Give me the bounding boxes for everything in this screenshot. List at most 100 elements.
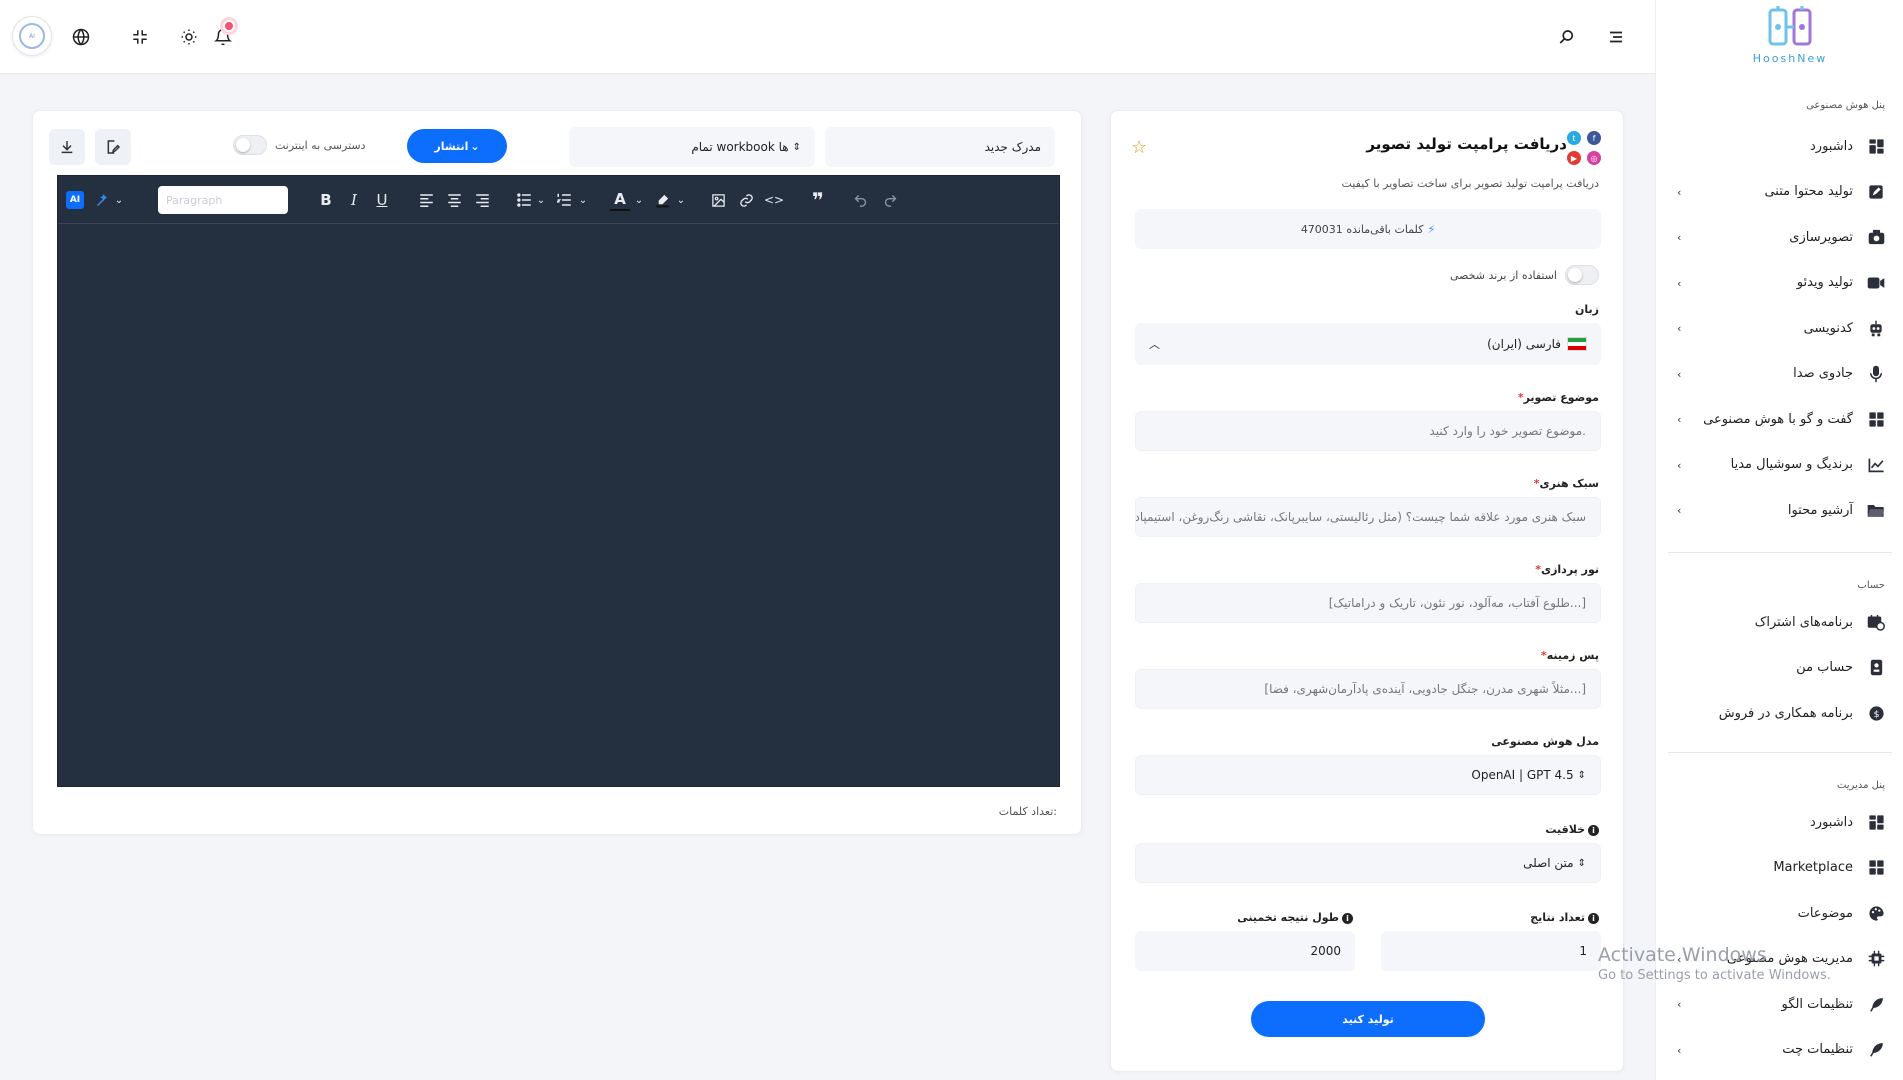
ai-model-select[interactable]: OpenAI | GPT 4.5 ⇕ <box>1135 755 1601 795</box>
magic-wand-icon[interactable] <box>92 189 112 211</box>
paragraph-format-select[interactable]: Paragraph <box>158 186 288 214</box>
sidebar-item-label: آرشیو محتوا <box>1787 502 1853 518</box>
sidebar-item-admin-0[interactable]: داشبورد <box>1655 802 1903 842</box>
art-style-input[interactable]: سبک هنری مورد علاقه شما چیست؟ (مثل رئالی… <box>1135 497 1601 537</box>
brand-logo[interactable]: HooshNew <box>1740 4 1840 72</box>
sidebar-item-ai-3[interactable]: ‹ تولید ویدئو <box>1655 263 1903 303</box>
sidebar-item-ai-6[interactable]: ‹ گفت و گو با هوش مصنوعی <box>1655 399 1903 439</box>
sidebar-item-label: برنامه‌های اشتراک <box>1754 614 1853 630</box>
chevron-left-icon[interactable]: ‹ <box>1677 998 1681 1011</box>
section-title-account: حساب <box>1857 580 1885 591</box>
chevron-down-icon[interactable]: ⌄ <box>576 189 590 211</box>
sidebar-item-ai-4[interactable]: ‹ کدنویسی <box>1655 308 1903 348</box>
chevron-down-icon[interactable]: ⌄ <box>112 189 126 211</box>
search-icon[interactable] <box>1552 22 1582 52</box>
ai-badge[interactable]: AI <box>66 191 84 209</box>
sidebar-item-ai-5[interactable]: ‹ جادوی صدا <box>1655 354 1903 394</box>
info-icon[interactable]: i <box>1588 825 1599 836</box>
sidebar-item-ai-0[interactable]: داشبورد <box>1655 126 1903 166</box>
image-icon[interactable] <box>708 189 728 211</box>
chevron-left-icon[interactable]: ‹ <box>1677 186 1681 199</box>
chevron-down-icon[interactable]: ⌄ <box>674 189 688 211</box>
facebook-icon: f <box>1587 131 1601 145</box>
link-icon[interactable] <box>736 189 756 211</box>
chevron-left-icon[interactable]: ‹ <box>1677 459 1681 472</box>
chevron-left-icon[interactable]: ‹ <box>1677 368 1681 381</box>
code-icon[interactable]: <> <box>764 189 784 211</box>
blockquote-icon[interactable]: ❞ <box>808 188 828 212</box>
youtube-icon: ▶ <box>1567 151 1581 165</box>
sidebar-item-account-0[interactable]: برنامه‌های اشتراک <box>1655 602 1903 642</box>
bullet-list-icon[interactable] <box>514 189 534 211</box>
align-right-icon[interactable] <box>472 189 492 211</box>
numbered-list-icon[interactable] <box>554 189 574 211</box>
chevron-left-icon[interactable]: ‹ <box>1677 322 1681 335</box>
globe-icon[interactable] <box>66 22 96 52</box>
ai-model-value: OpenAI | GPT 4.5 <box>1471 768 1574 782</box>
video-icon <box>1867 274 1885 292</box>
avatar-logo-icon: AI <box>19 23 45 49</box>
info-icon[interactable]: i <box>1588 913 1599 924</box>
result-length-label: طول نتیجه تخمینی i <box>1237 911 1353 924</box>
sidebar-item-admin-1[interactable]: Marketplace <box>1655 848 1903 888</box>
web-access-toggle[interactable] <box>233 135 267 155</box>
document-title-input[interactable]: مدرک جدید <box>825 127 1055 167</box>
workbook-select[interactable]: تمام workbook ها ⇕ <box>569 127 815 167</box>
chevron-left-icon[interactable]: ‹ <box>1677 413 1681 426</box>
instagram-icon: ◎ <box>1587 151 1601 165</box>
chevron-left-icon[interactable]: ‹ <box>1677 1044 1681 1057</box>
underline-icon[interactable]: U <box>372 189 392 211</box>
sidebar-item-account-2[interactable]: برنامه همکاری در فروش $ <box>1655 693 1903 733</box>
watermark-subtitle: Go to Settings to activate Windows. <box>1598 968 1831 983</box>
chart-icon <box>1867 456 1885 474</box>
sidebar-item-ai-7[interactable]: ‹ برندیگ و سوشیال مدیا <box>1655 445 1903 485</box>
collapse-screen-icon[interactable] <box>125 22 155 52</box>
sidebar-item-ai-1[interactable]: ‹ تولید محتوا متنی <box>1655 172 1903 212</box>
save-document-button[interactable] <box>95 129 131 165</box>
generate-button[interactable]: تولید کنید <box>1251 1001 1485 1037</box>
subscription-icon <box>1867 613 1885 631</box>
download-button[interactable] <box>49 129 85 165</box>
sun-icon[interactable] <box>174 22 204 52</box>
sidebar-item-ai-2[interactable]: ‹ تصویرسازی <box>1655 217 1903 257</box>
chevron-left-icon[interactable]: ‹ <box>1677 504 1681 517</box>
sidebar-item-admin-4[interactable]: ‹ تنظیمات الگو <box>1655 984 1903 1024</box>
creativity-label: خلاقیت i <box>1545 823 1599 836</box>
undo-icon[interactable] <box>850 189 870 211</box>
background-input[interactable]: [مثلاً شهری مدرن، جنگل جادویی، آینده‌ی پ… <box>1135 669 1601 709</box>
folder-icon <box>1867 501 1885 519</box>
chevron-down-icon[interactable]: ⌄ <box>534 189 548 211</box>
info-icon[interactable]: i <box>1342 913 1353 924</box>
align-center-icon[interactable] <box>444 189 464 211</box>
sidebar-item-admin-5[interactable]: ‹ تنظیمات چت <box>1655 1030 1903 1070</box>
chevron-down-icon: ⌄ <box>470 139 480 153</box>
sidebar-item-admin-2[interactable]: موضوعات <box>1655 893 1903 933</box>
sidebar-item-account-1[interactable]: حساب من <box>1655 648 1903 688</box>
chevron-left-icon[interactable]: ‹ <box>1677 231 1681 244</box>
rich-text-editor[interactable]: AI ⌄ Paragraph B I U ⌄ ⌄ A ⌄ ⌄ <> ❞ <box>57 175 1060 787</box>
chevron-down-icon[interactable]: ⌄ <box>632 189 646 211</box>
sidebar-item-ai-8[interactable]: ‹ آرشیو محتوا <box>1655 490 1903 530</box>
result-length-input[interactable]: 2000 <box>1135 931 1355 971</box>
topic-input[interactable]: موضوع تصویر خود را وارد کنید. <box>1135 411 1601 451</box>
lighting-input[interactable]: [طلوع آفتاب، مه‌آلود، نور نئون، تاریک و … <box>1135 583 1601 623</box>
personal-brand-toggle[interactable] <box>1565 265 1599 285</box>
favorite-star-icon[interactable]: ☆ <box>1131 137 1147 158</box>
results-count-input[interactable]: 1 <box>1381 931 1601 971</box>
publish-button[interactable]: انتشار ⌄ <box>407 129 507 163</box>
italic-icon[interactable]: I <box>344 189 364 211</box>
menu-toggle-icon[interactable] <box>1601 22 1631 52</box>
text-color-icon[interactable]: A <box>610 189 630 211</box>
user-avatar[interactable]: AI <box>12 16 52 56</box>
camera-icon <box>1867 228 1885 246</box>
highlight-icon[interactable] <box>652 189 672 211</box>
redo-icon[interactable] <box>880 189 900 211</box>
chevron-left-icon[interactable]: ‹ <box>1677 277 1681 290</box>
bold-icon[interactable]: B <box>316 189 336 211</box>
align-left-icon[interactable] <box>416 189 436 211</box>
language-select[interactable]: ︿ فارسی (ایران) <box>1135 323 1601 365</box>
sidebar-divider <box>1668 552 1892 553</box>
creativity-select[interactable]: متن اصلی ⇕ <box>1135 843 1601 883</box>
sidebar-item-label: تنظیمات چت <box>1782 1042 1853 1057</box>
background-label: *پس زمینه <box>1540 649 1599 662</box>
